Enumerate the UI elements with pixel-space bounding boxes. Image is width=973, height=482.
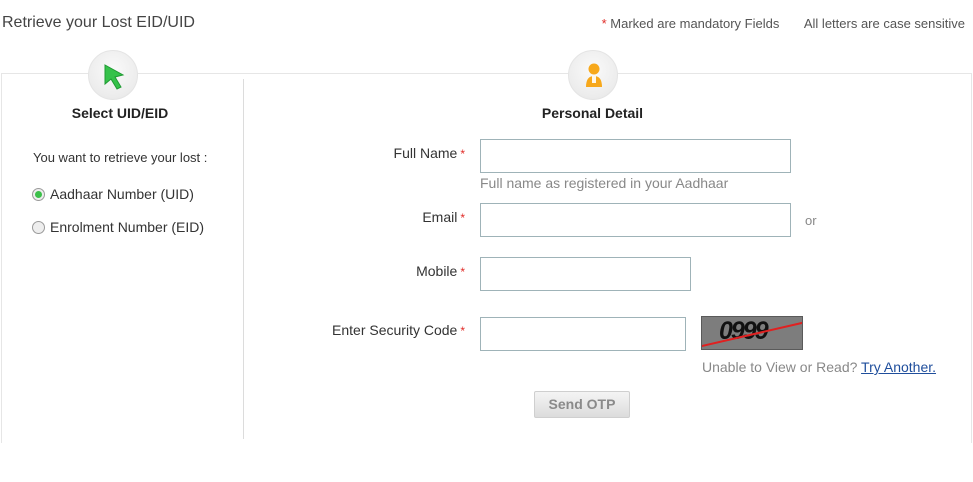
radio-button[interactable] [32,220,45,234]
send-otp-button[interactable]: Send OTP [534,391,630,418]
personal-detail-title: Personal Detail [541,105,644,121]
select-uid-eid-title: Select UID/EID [71,105,169,121]
email-input[interactable] [480,203,791,237]
full-name-input[interactable] [480,139,791,173]
case-sensitive-note: All letters are case sensitive [803,16,965,31]
mobile-label: Mobile * [416,263,465,279]
mandatory-star: * [601,16,607,31]
captcha-image: 0999 [701,316,803,350]
captcha-help-text: Unable to View or Read? [702,359,858,375]
header-notes: * Marked are mandatory Fields All letter… [602,16,965,31]
security-code-input[interactable] [480,317,686,351]
mandatory-note: Marked are mandatory Fields [610,16,780,31]
captcha-help: Unable to View or Read? Try Another. [702,359,936,375]
retrieve-prompt: You want to retrieve your lost : [33,150,208,165]
radio-label: Enrolment Number (EID) [50,219,205,235]
or-separator: or [805,213,817,228]
security-code-label: Enter Security Code * [332,322,465,338]
full-name-label: Full Name * [393,145,465,161]
mobile-input[interactable] [480,257,691,291]
radio-button-selected[interactable] [32,187,45,201]
email-label: Email * [422,209,465,225]
radio-aadhaar-number[interactable]: Aadhaar Number (UID) [32,186,194,202]
cursor-arrow-icon [88,50,138,100]
radio-label: Aadhaar Number (UID) [50,186,194,202]
panel-divider [243,79,244,439]
full-name-hint: Full name as registered in your Aadhaar [480,175,729,191]
try-another-link[interactable]: Try Another. [861,359,936,375]
page-title: Retrieve your Lost EID/UID [2,14,195,31]
radio-enrolment-number[interactable]: Enrolment Number (EID) [32,219,204,235]
person-icon [568,50,618,100]
